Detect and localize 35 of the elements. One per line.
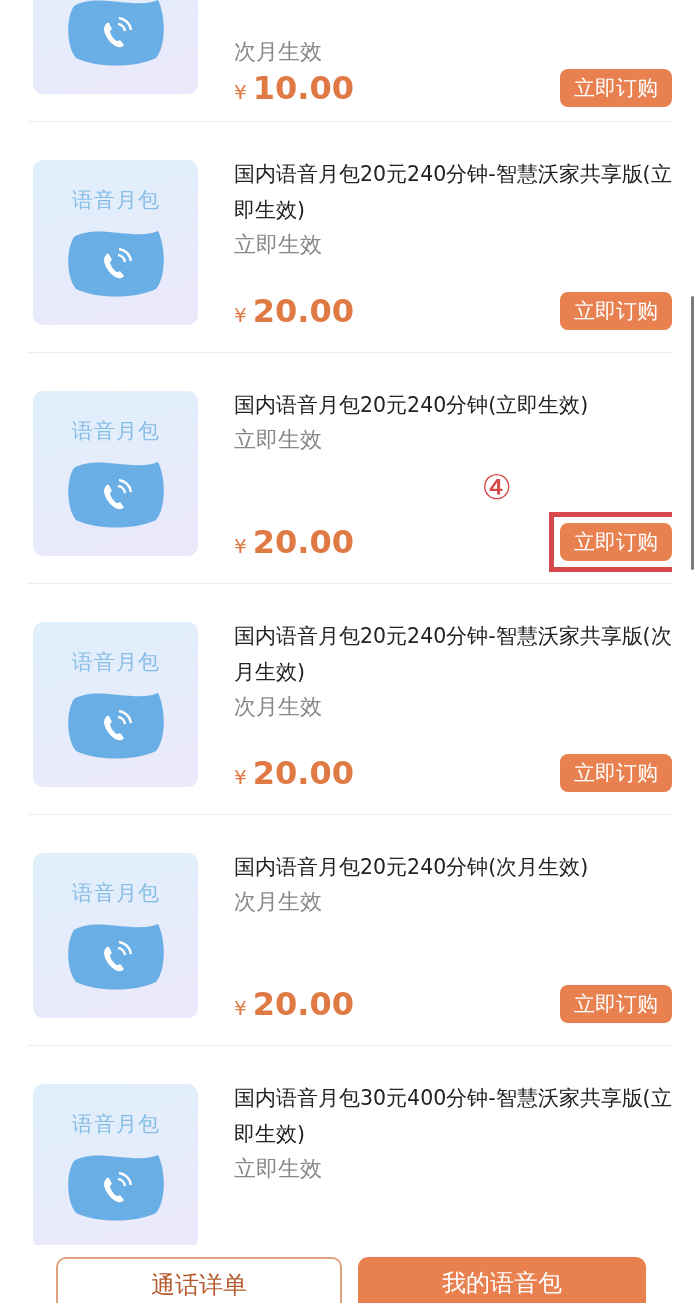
effective-time: 次月生效: [234, 693, 323, 721]
thumbnail-label: 语音月包: [71, 880, 160, 907]
currency-symbol: ¥: [234, 765, 247, 789]
buy-button[interactable]: 立即订购: [560, 985, 672, 1023]
package-title: 国内语音月包30元400分钟-智慧沃家共享版(立即生效): [234, 1085, 672, 1148]
price: 20.00: [252, 292, 354, 330]
buy-button[interactable]: 立即订购: [560, 523, 672, 561]
price: 10.00: [252, 69, 354, 107]
package-title: 国内语音月包20元240分钟-智慧沃家共享版(立即生效): [234, 161, 672, 224]
effective-time: 立即生效: [234, 426, 323, 454]
effective-time: 立即生效: [234, 231, 323, 259]
annotation-number: ④: [481, 467, 512, 507]
effective-time: 次月生效: [234, 888, 323, 916]
effective-time: 立即生效: [234, 1155, 323, 1183]
voice-pack-button[interactable]: 我的语音包: [358, 1257, 646, 1303]
currency-symbol: ¥: [234, 534, 247, 558]
currency-symbol: ¥: [234, 996, 247, 1020]
package-title: 国内语音月包20元240分钟-智慧沃家共享版(次月生效): [234, 623, 672, 686]
price: 20.00: [252, 985, 354, 1023]
effective-time: 次月生效: [234, 38, 323, 66]
buy-button[interactable]: 立即订购: [560, 292, 672, 330]
currency-symbol: ¥: [234, 303, 247, 327]
package-title: 国内语音月包20元240分钟(立即生效): [234, 392, 590, 419]
thumbnail-label: 语音月包: [71, 418, 160, 445]
buy-button[interactable]: 立即订购: [560, 754, 672, 792]
thumbnail-label: 语音月包: [71, 649, 160, 676]
phone-icon: [65, 0, 166, 66]
currency-symbol: ¥: [234, 80, 247, 104]
thumbnail-label: 语音月包: [71, 187, 160, 214]
price: 20.00: [252, 754, 354, 792]
package-title: 国内语音月包20元240分钟(次月生效): [234, 854, 590, 881]
buy-button[interactable]: 立即订购: [560, 69, 672, 107]
call-details-button[interactable]: 通话详单: [56, 1257, 342, 1303]
price: 20.00: [252, 523, 354, 561]
thumbnail-label: 语音月包: [71, 1111, 160, 1138]
